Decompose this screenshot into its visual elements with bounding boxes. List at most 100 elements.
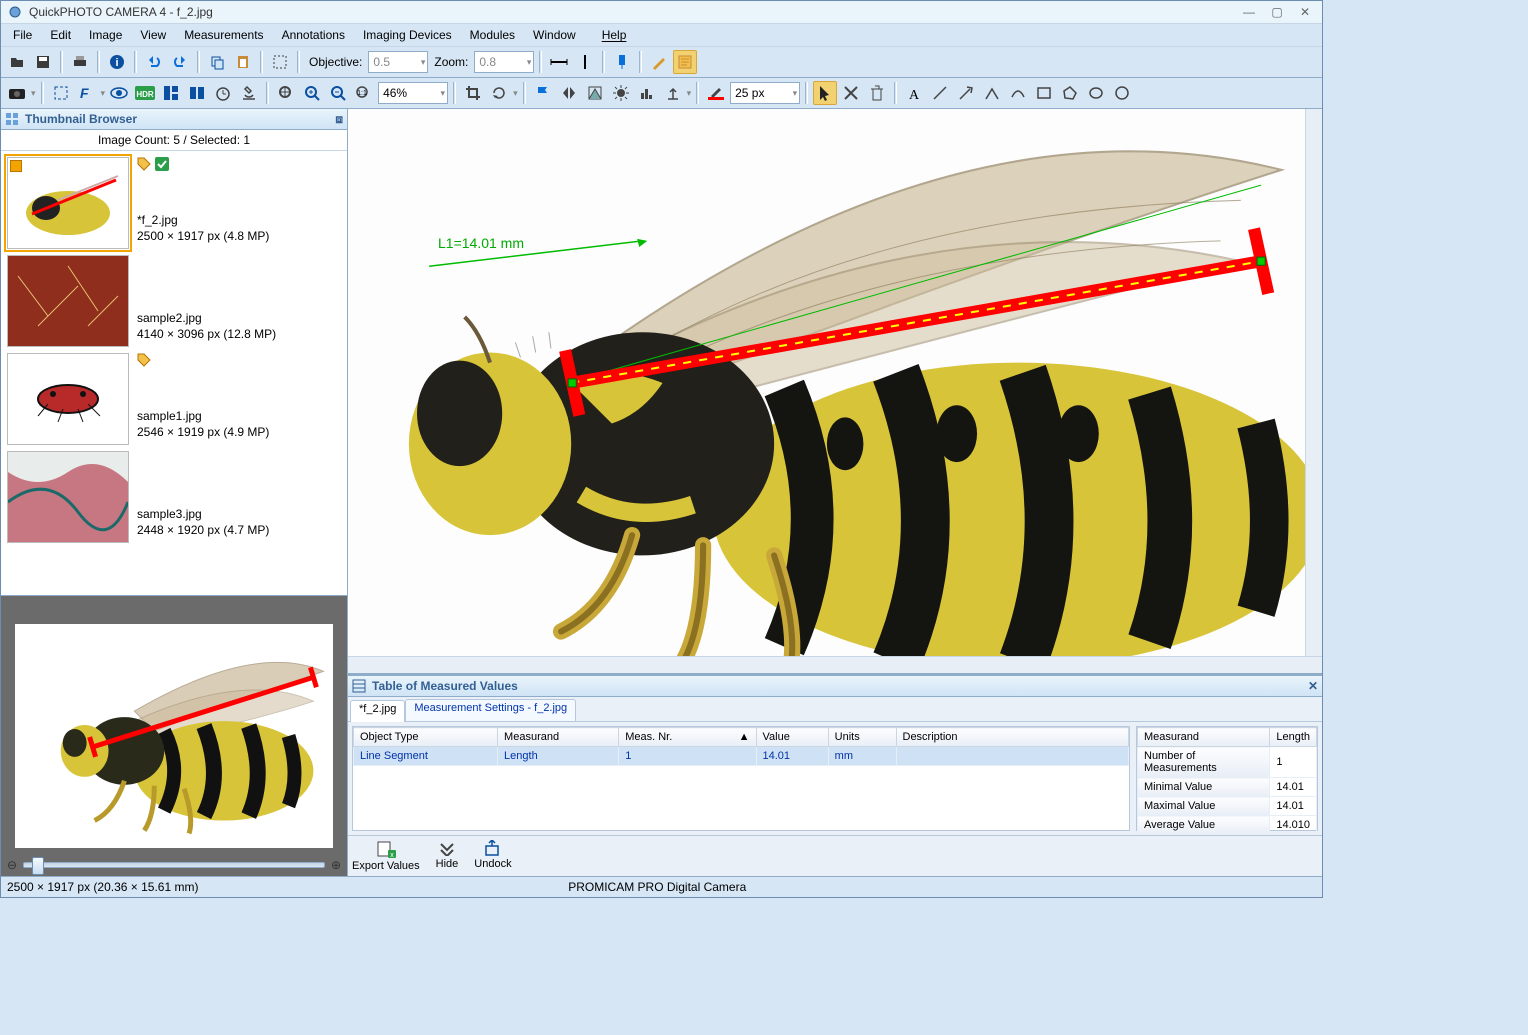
fit-button[interactable] [274,81,298,105]
focus-button[interactable]: F [75,81,99,105]
zoom-percent-select[interactable]: 46% [378,82,448,104]
white-balance-button[interactable] [661,81,685,105]
capture-frame-button[interactable] [49,81,73,105]
rect-tool-button[interactable] [1032,81,1056,105]
undo-button[interactable] [142,50,166,74]
minimize-button[interactable]: — [1238,5,1260,19]
zoom-in-button[interactable] [300,81,324,105]
compare-button[interactable] [185,81,209,105]
menu-measurements[interactable]: Measurements [176,26,271,44]
angle-tool-button[interactable] [980,81,1004,105]
open-button[interactable] [5,50,29,74]
line-width-select[interactable]: 25 px [730,82,800,104]
microscope-button[interactable] [237,81,261,105]
col-meas-nr[interactable]: Meas. Nr. ▲ [619,728,756,747]
arrow-tool-button[interactable] [954,81,978,105]
zoom-out-button[interactable] [326,81,350,105]
thumbnail-item[interactable]: sample3.jpg 2448 × 1920 px (4.7 MP) [7,451,341,543]
thumbnail-item[interactable]: sample2.jpg 4140 × 3096 px (12.8 MP) [7,255,341,347]
marquee-button[interactable] [268,50,292,74]
pin-icon[interactable]: ⧈ [335,112,343,127]
circle-tool-button[interactable] [1110,81,1134,105]
zoom-out-icon[interactable]: ⊖ [7,858,17,872]
trash-button[interactable] [865,81,889,105]
maximize-button[interactable]: ▢ [1266,5,1288,19]
zoom-label: Zoom: [430,55,472,69]
info-button[interactable]: i [105,50,129,74]
hdr-button[interactable]: HDR [133,81,157,105]
redo-button[interactable] [168,50,192,74]
horizontal-scrollbar[interactable] [348,656,1322,673]
copy-button[interactable] [205,50,229,74]
flip-h-button[interactable] [557,81,581,105]
menu-help[interactable]: Help [586,26,643,44]
levels-button[interactable] [583,81,607,105]
layout-button[interactable] [159,81,183,105]
curve-tool-button[interactable] [1006,81,1030,105]
menu-image[interactable]: Image [81,26,130,44]
menu-imaging-devices[interactable]: Imaging Devices [355,26,460,44]
timer-button[interactable] [211,81,235,105]
pen-button[interactable] [647,50,671,74]
camera-button[interactable] [5,81,29,105]
col-value[interactable]: Value [756,728,828,747]
col-units[interactable]: Units [828,728,896,747]
svg-text:F: F [80,85,89,101]
hide-button[interactable]: Hide [436,840,459,872]
measurement-label: L1=14.01 mm [438,235,524,251]
line-tool-button[interactable] [928,81,952,105]
menu-view[interactable]: View [132,26,174,44]
close-button[interactable]: ✕ [1294,5,1316,19]
save-button[interactable] [31,50,55,74]
thumbnail-item[interactable]: sample1.jpg 2546 × 1919 px (4.9 MP) [7,353,341,445]
thumbnail-item[interactable]: *f_2.jpg 2500 × 1917 px (4.8 MP) [7,157,341,249]
rotate-button[interactable] [487,81,511,105]
status-dimensions: 2500 × 1917 px (20.36 × 15.61 mm) [7,880,198,894]
tab-settings[interactable]: Measurement Settings - f_2.jpg [405,699,576,721]
app-window: QuickPHOTO CAMERA 4 - f_2.jpg — ▢ ✕ File… [0,0,1323,898]
thumbnail-name: sample1.jpg [137,409,341,423]
menu-edit[interactable]: Edit [42,26,79,44]
scale-bar-v-button[interactable] [573,50,597,74]
vertical-scrollbar[interactable] [1305,109,1322,657]
eye-button[interactable] [107,81,131,105]
pointer-tool-button[interactable] [813,81,837,105]
crop-button[interactable] [461,81,485,105]
paste-button[interactable] [231,50,255,74]
col-object-type[interactable]: Object Type [354,728,498,747]
zoom-100-button[interactable]: 1:1 [352,81,376,105]
ellipse-tool-button[interactable] [1084,81,1108,105]
thumbnail-sidebar: Thumbnail Browser ⧈ Image Count: 5 / Sel… [1,109,348,876]
zoom-select[interactable]: 0.8 [474,51,534,73]
col-description[interactable]: Description [896,728,1129,747]
polygon-tool-button[interactable] [1058,81,1082,105]
table-row[interactable]: Line Segment Length 1 14.01 mm [354,747,1129,766]
close-panel-icon[interactable]: ✕ [1308,679,1318,693]
thumbnail-panel-header: Thumbnail Browser ⧈ [1,109,347,130]
export-values-button[interactable]: x Export Values [352,840,420,872]
flag-button[interactable] [531,81,555,105]
menu-annotations[interactable]: Annotations [274,26,353,44]
zoom-slider[interactable] [23,862,325,868]
tab-file[interactable]: *f_2.jpg [350,700,405,722]
thumbnail-name: sample2.jpg [137,311,341,325]
text-tool-button[interactable]: A [902,81,926,105]
histogram-button[interactable] [635,81,659,105]
annotation-color-button[interactable] [704,81,728,105]
print-button[interactable] [68,50,92,74]
scale-bar-h-button[interactable] [547,50,571,74]
menu-file[interactable]: File [5,26,40,44]
menu-modules[interactable]: Modules [462,26,523,44]
col-measurand[interactable]: Measurand [498,728,619,747]
brightness-button[interactable] [609,81,633,105]
undock-button[interactable]: Undock [474,840,511,872]
thumbnail-dims: 2546 × 1919 px (4.9 MP) [137,425,341,439]
notes-button[interactable] [673,50,697,74]
zoom-in-icon[interactable]: ⊕ [331,858,341,872]
delete-annotation-button[interactable] [839,81,863,105]
image-canvas[interactable]: L1=14.01 mm [348,109,1322,675]
table-icon [352,679,366,693]
calibration-mark-button[interactable] [610,50,634,74]
objective-select[interactable]: 0.5 [368,51,428,73]
menu-window[interactable]: Window [525,26,584,44]
